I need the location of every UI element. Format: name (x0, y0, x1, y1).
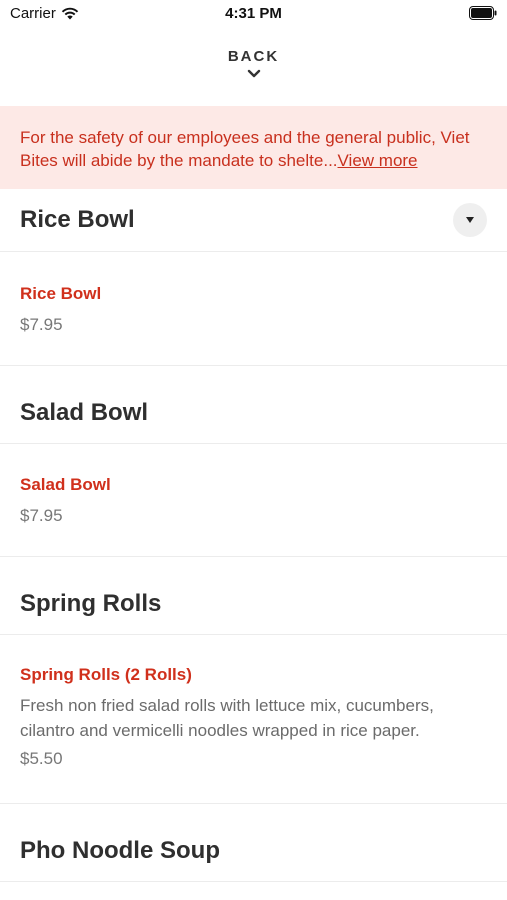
chevron-down-icon (247, 69, 260, 78)
menu-item-name: Spring Rolls (2 Rolls) (20, 665, 192, 684)
section-header-rice-bowl[interactable]: Rice Bowl (0, 189, 507, 252)
section-title: Salad Bowl (20, 398, 149, 426)
back-label: BACK (227, 48, 280, 65)
section-title: Pho Noodle Soup (20, 836, 220, 864)
collapse-toggle-button[interactable] (453, 203, 487, 237)
caret-down-icon (466, 217, 474, 223)
menu-item-name: Salad Bowl (20, 475, 111, 494)
section-header-salad-bowl[interactable]: Salad Bowl (0, 366, 507, 444)
status-time: 4:31 PM (225, 5, 282, 22)
menu-item-price: $7.95 (20, 506, 63, 525)
section-header-spring-rolls[interactable]: Spring Rolls (0, 557, 507, 635)
section-title: Spring Rolls (20, 589, 162, 617)
back-button[interactable]: BACK (0, 30, 507, 106)
notice-banner: For the safety of our employees and the … (0, 106, 507, 189)
menu-item[interactable]: Spring Rolls (2 Rolls) Fresh non fried s… (0, 635, 507, 804)
menu-item-description: Fresh non fried salad rolls with lettuce… (20, 696, 434, 740)
section-title: Rice Bowl (20, 206, 135, 233)
menu-item[interactable]: Rice Bowl $7.95 (0, 252, 507, 366)
menu-item-price: $5.50 (20, 749, 63, 768)
menu-item[interactable]: Salad Bowl $7.95 (0, 444, 507, 557)
view-more-link[interactable]: View more (338, 151, 418, 170)
menu-item-price: $7.95 (20, 315, 63, 334)
battery-icon (469, 6, 497, 20)
status-bar: Carrier 4:31 PM (0, 0, 507, 30)
menu-item-name: Rice Bowl (20, 284, 102, 303)
section-header-pho-noodle-soup[interactable]: Pho Noodle Soup (0, 804, 507, 882)
